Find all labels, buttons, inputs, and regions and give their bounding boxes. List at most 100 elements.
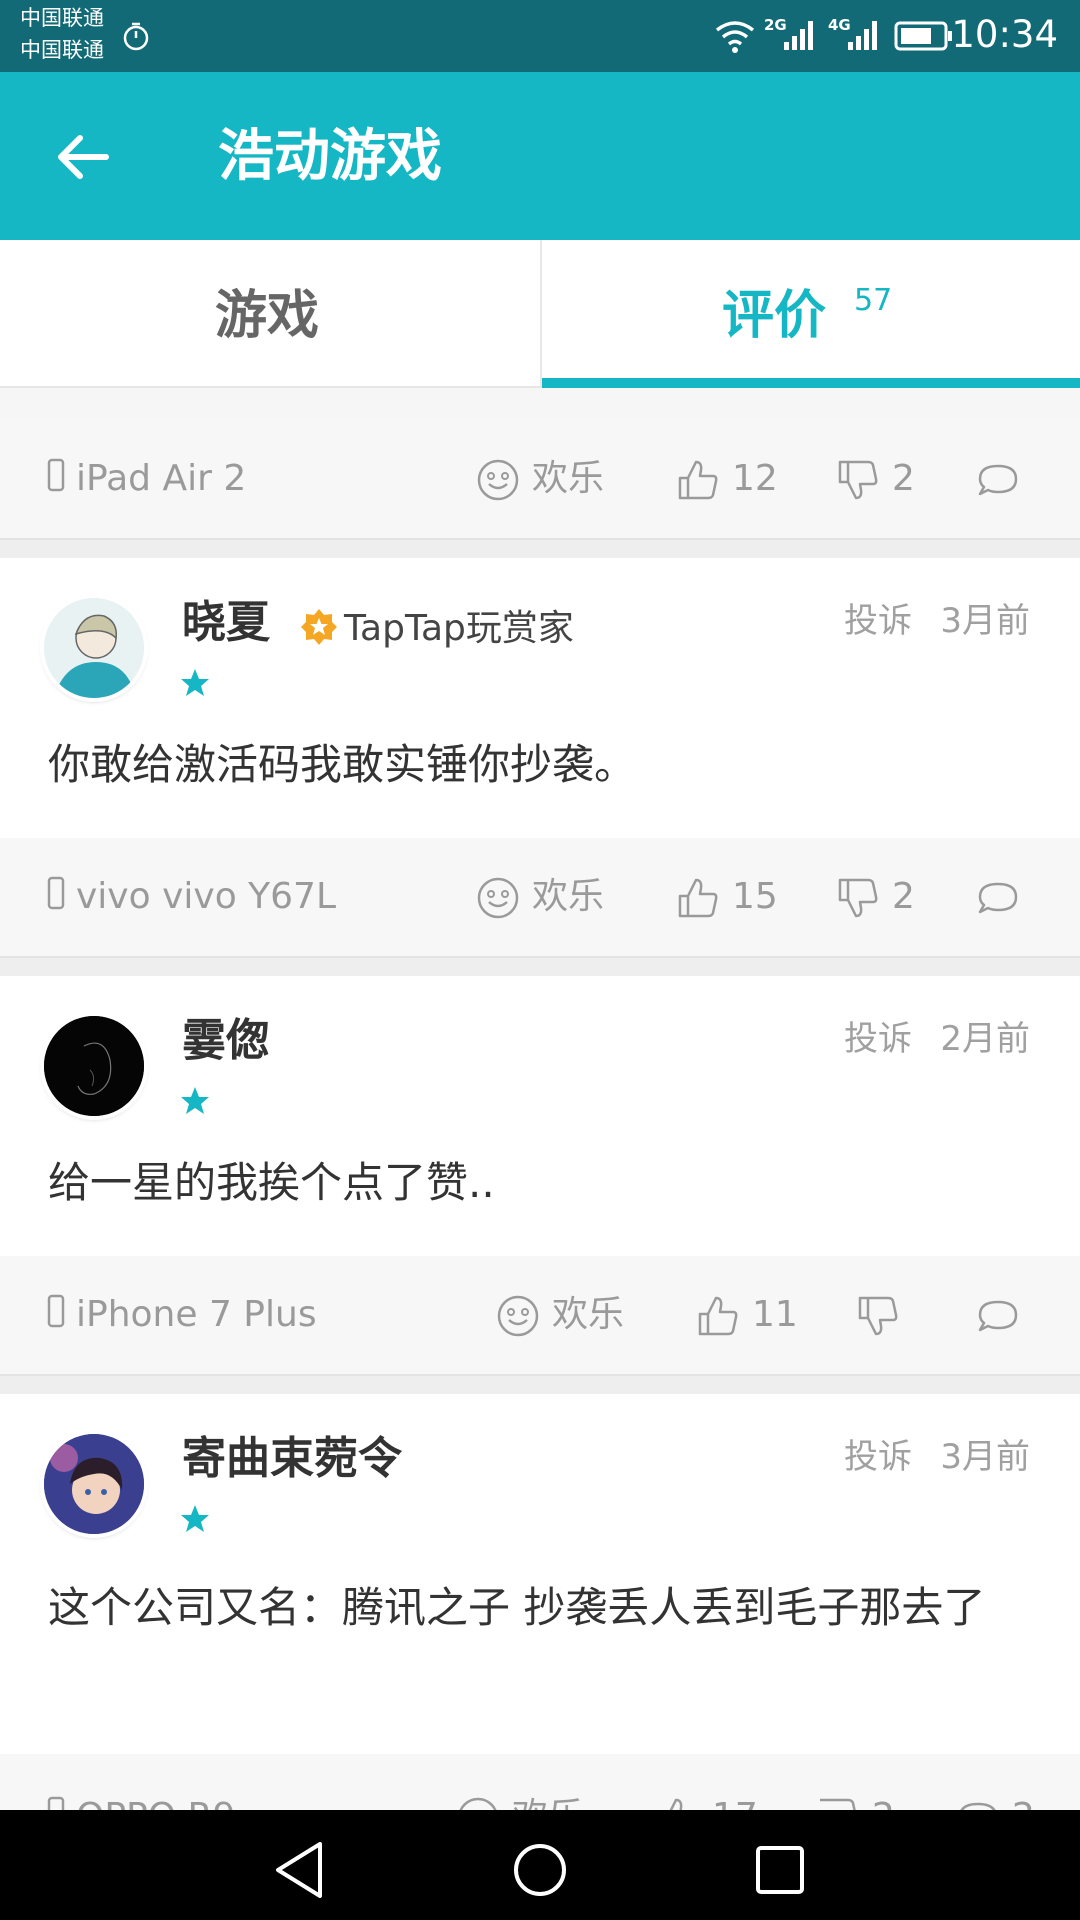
stopwatch-icon [123,22,149,51]
thumbs-up-icon [698,1296,738,1336]
like-button[interactable]: 11 [696,1294,798,1348]
badge-label: TapTap玩赏家 [344,608,574,649]
tab-game[interactable]: 游戏 [0,240,540,386]
carrier-label: 中国联通 [20,38,104,62]
tab-indicator [542,378,1080,388]
avatar[interactable] [44,598,144,698]
review-content: 给一星的我挨个点了赞.. [48,1158,495,1207]
mood-button[interactable]: 欢乐 [456,1796,584,1810]
report-link[interactable]: 投诉 [844,1018,912,1060]
thumbs-down-icon [838,878,878,918]
report-link[interactable]: 投诉 [844,600,912,642]
comment-button[interactable] [976,1294,1020,1348]
review-card: 晓夏 TapTap玩赏家 投诉 3月前 你敢给激活码我敢实锤你抄袭。 [0,558,1080,838]
review-date: 2月前 [940,1019,1030,1059]
mood-label: 欢乐 [532,458,605,499]
dislike-count: 2 [892,458,915,499]
review-card: 霎偬 投诉 2月前 给一星的我挨个点了赞.. [0,976,1080,1256]
dislike-count: 2 [872,1796,895,1810]
tab-bar: 游戏 评价 57 [0,240,1080,388]
mood-button[interactable]: 欢乐 [496,1294,624,1348]
comment-icon [978,464,1018,496]
divider [0,540,1080,558]
review-actions-row: vivo vivo Y67L 欢乐 15 2 [0,838,1080,958]
like-count: 15 [732,876,778,917]
mood-button[interactable]: 欢乐 [476,876,604,930]
nav-home-icon[interactable] [500,1830,580,1910]
star-icon [181,1087,209,1114]
device-info: iPhone 7 Plus [46,1294,317,1338]
like-count: 17 [712,1796,758,1810]
player-badge: TapTap玩赏家 [300,608,574,656]
back-arrow-icon[interactable] [48,122,118,192]
smile-icon [459,1797,497,1810]
like-count: 12 [732,458,778,499]
page-title: 浩动游戏 [218,124,442,189]
device-info: vivo vivo Y67L [46,876,336,920]
nav-back-icon[interactable] [260,1830,340,1910]
app-bar: 浩动游戏 [0,72,1080,240]
review-content: 你敢给激活码我敢实锤你抄袭。 [48,740,637,789]
like-count: 11 [752,1294,798,1335]
tab-review[interactable]: 评价 57 [540,240,1080,388]
avatar-image [44,598,144,698]
tab-label: 游戏 [215,286,320,346]
thumbs-down-icon [858,1296,898,1336]
comment-button[interactable] [976,458,1020,512]
device-name: iPad Air 2 [76,458,247,499]
review-actions-row: iPad Air 2 欢乐 12 2 [0,420,1080,540]
avatar-image [44,1016,144,1116]
device-name: iPhone 7 Plus [76,1294,317,1335]
mood-label: 欢乐 [512,1796,584,1810]
phone-icon [47,876,65,910]
device-name: OPPO R9 [76,1796,235,1810]
dislike-button[interactable]: 2 [836,458,915,512]
review-count-badge: 57 [854,283,893,318]
dislike-button[interactable] [856,1294,900,1348]
thumbs-up-icon [678,878,718,918]
phone-icon [47,458,65,492]
tab-label: 评价 [722,286,827,346]
nav-recent-icon[interactable] [740,1830,820,1910]
smile-icon [477,877,519,919]
smile-icon [477,459,519,501]
review-date: 3月前 [940,1437,1030,1477]
thumbs-down-icon [820,1798,856,1810]
thumbs-up-icon [669,1798,683,1810]
mood-button[interactable]: 欢乐 [476,458,604,512]
review-content: 这个公司又名：腾讯之子 抄袭丢人丢到毛子那去了 [48,1583,986,1632]
thumbs-down-icon [838,460,878,500]
username[interactable]: 霎偬 [182,1014,270,1068]
signal-icon [784,21,813,50]
avatar[interactable] [44,1434,144,1534]
thumbs-up-icon [678,460,718,500]
review-actions-row: OPPO R9 欢乐 17 2 2 [0,1754,1080,1810]
badge-icon [301,609,337,645]
report-link[interactable]: 投诉 [844,1436,912,1478]
like-button[interactable]: 17 [656,1796,758,1810]
comment-icon [978,1300,1018,1332]
star-icon [181,669,209,696]
mood-label: 欢乐 [532,876,605,917]
system-nav-bar [0,1810,1080,1920]
comment-icon [978,882,1018,914]
avatar[interactable] [44,1016,144,1116]
dislike-button[interactable]: 2 [816,1796,895,1810]
dislike-button[interactable]: 2 [836,876,915,930]
device-info: OPPO R9 [46,1796,235,1810]
like-button[interactable]: 15 [676,876,778,930]
divider [0,958,1080,976]
username[interactable]: 寄曲束菀令 [182,1432,402,1486]
dislike-count: 2 [892,876,915,917]
battery-icon [894,21,952,51]
divider [0,1376,1080,1394]
username[interactable]: 晓夏 [182,596,270,650]
comment-icon [960,1802,996,1810]
device-info: iPad Air 2 [46,458,246,502]
clock: 10:34 [951,13,1058,56]
phone-icon [47,1294,65,1328]
like-button[interactable]: 12 [676,458,778,512]
star-icon [181,1505,209,1532]
comment-button[interactable]: 2 [956,1796,1035,1810]
comment-button[interactable] [976,876,1020,930]
